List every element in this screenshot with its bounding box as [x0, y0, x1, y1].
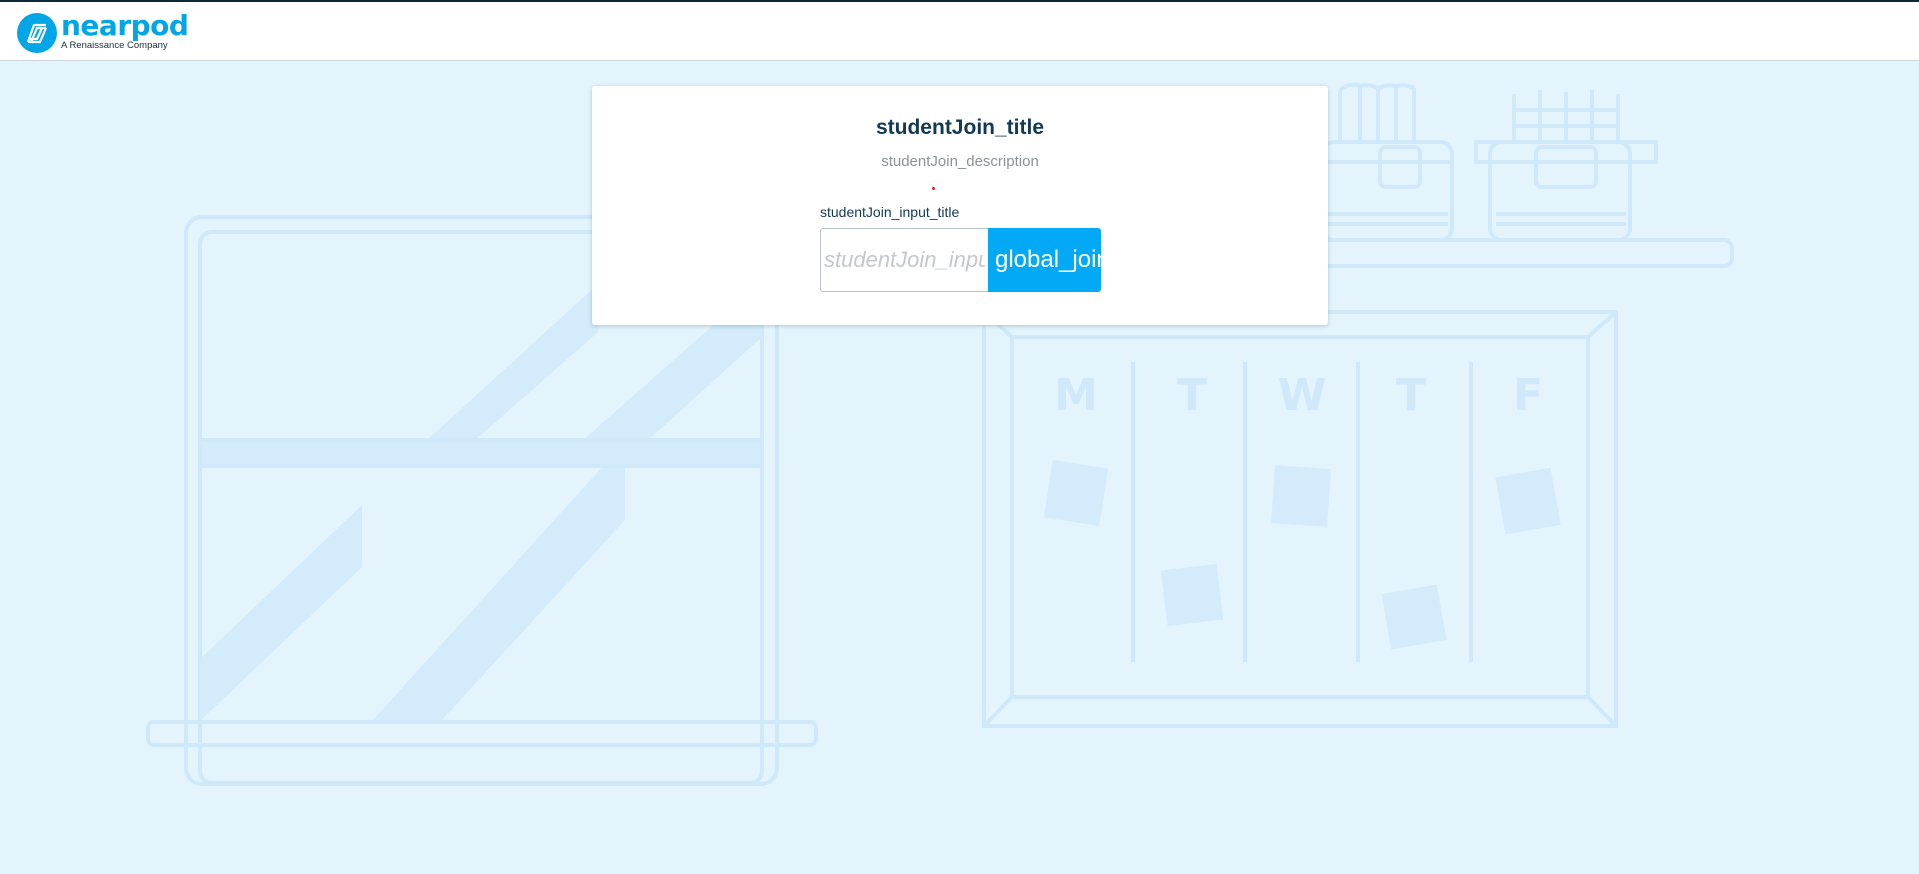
join-title: studentJoin_title — [875, 116, 1044, 139]
nearpod-logo[interactable]: nearpod A Renaissance Company — [17, 8, 189, 54]
join-code-input[interactable] — [820, 228, 988, 292]
join-button[interactable]: global_join — [988, 228, 1101, 292]
student-join-card: studentJoin_title studentJoin_descriptio… — [592, 86, 1328, 325]
nearpod-logo-icon — [17, 13, 57, 53]
calendar-day-label: T — [1396, 370, 1426, 421]
calendar-day-label: W — [1278, 370, 1327, 421]
logo-subtitle: A Renaissance Company — [61, 39, 168, 51]
calendar-day-label: F — [1513, 370, 1543, 421]
shelf-illustration — [1318, 82, 1734, 268]
join-description: studentJoin_description — [881, 153, 1039, 170]
top-header: nearpod A Renaissance Company — [0, 2, 1919, 61]
logo-wordmark: nearpod — [61, 8, 189, 42]
code-input-label: studentJoin_input_title — [820, 204, 960, 220]
calendar-day-label: T — [1177, 370, 1207, 421]
error-indicator-dot — [932, 187, 935, 190]
calendar-day-label: M — [1054, 370, 1098, 421]
